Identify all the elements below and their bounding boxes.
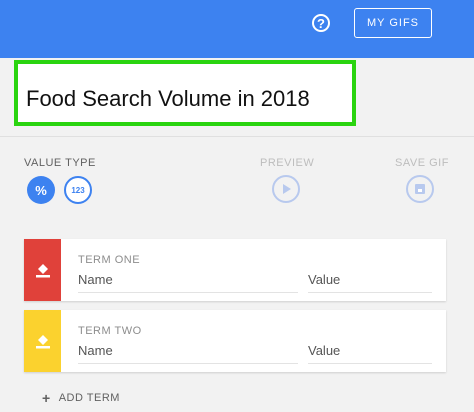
play-icon [283, 184, 291, 194]
preview-button[interactable] [272, 175, 300, 203]
value-type-label: VALUE TYPE [24, 157, 96, 169]
help-icon[interactable]: ? [312, 14, 330, 32]
save-gif-button[interactable] [406, 175, 434, 203]
term-two-name-input[interactable]: Name [78, 343, 298, 364]
paint-bucket-icon [35, 264, 50, 278]
term-one-value-input[interactable]: Value [308, 272, 432, 293]
term-one-name-input[interactable]: Name [78, 272, 298, 293]
term-two-label: TERM TWO [78, 325, 142, 337]
top-bar: ? MY GIFS [0, 0, 474, 58]
add-term-button[interactable]: + ADD TERM [42, 390, 120, 406]
save-icon [415, 184, 425, 194]
percent-toggle-button[interactable]: % [27, 176, 55, 204]
divider [0, 136, 474, 137]
save-gif-label: SAVE GIF [395, 157, 449, 169]
paint-bucket-icon [35, 335, 50, 349]
title-highlight-box[interactable]: Food Search Volume in 2018 [14, 60, 356, 126]
term-one-label: TERM ONE [78, 254, 141, 266]
term-one-color-swatch[interactable] [24, 239, 61, 301]
term-card-one: TERM ONE Name Value [24, 239, 446, 301]
chart-title[interactable]: Food Search Volume in 2018 [26, 86, 310, 112]
my-gifs-button[interactable]: MY GIFS [354, 8, 432, 38]
term-two-value-input[interactable]: Value [308, 343, 432, 364]
add-term-label: ADD TERM [58, 392, 120, 404]
preview-label: PREVIEW [260, 157, 315, 169]
term-card-two: TERM TWO Name Value [24, 310, 446, 372]
plus-icon: + [42, 390, 51, 406]
number-toggle-button[interactable]: 123 [64, 176, 92, 204]
term-two-color-swatch[interactable] [24, 310, 61, 372]
